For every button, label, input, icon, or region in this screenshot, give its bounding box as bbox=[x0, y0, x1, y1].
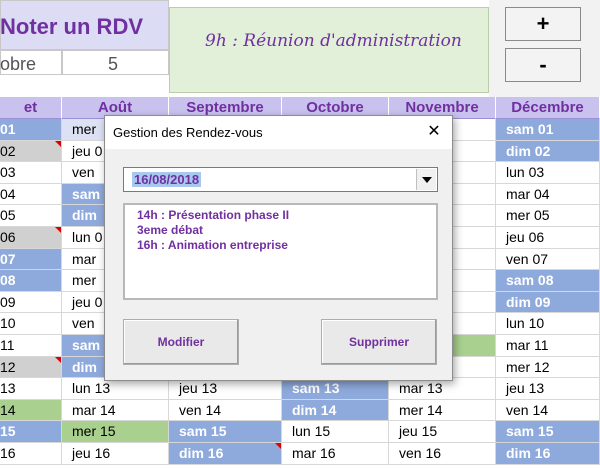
calendar-cell[interactable]: 07 bbox=[0, 248, 62, 271]
calendar-cell[interactable]: 05 bbox=[0, 205, 62, 227]
dropdown-button[interactable] bbox=[416, 169, 436, 190]
increment-button[interactable]: + bbox=[505, 7, 581, 41]
calendar-cell[interactable]: 04 bbox=[0, 183, 62, 206]
calendar-cell[interactable]: mer 14 bbox=[389, 399, 496, 422]
calendar-cell[interactable]: mer 15 bbox=[62, 421, 169, 443]
calendar-cell[interactable]: lun 15 bbox=[282, 421, 389, 443]
calendar-cell[interactable]: jeu 13 bbox=[169, 378, 282, 400]
date-combobox[interactable]: 16/08/2018 bbox=[123, 167, 438, 192]
calendar-cell[interactable]: sam 01 bbox=[496, 119, 600, 141]
selected-date: 16/08/2018 bbox=[132, 172, 202, 187]
calendar-cell[interactable]: jeu 13 bbox=[496, 378, 600, 400]
calendar-cell[interactable]: 14 bbox=[0, 399, 62, 422]
month-header: et bbox=[0, 97, 62, 119]
calendar-cell[interactable]: dim 16 bbox=[496, 443, 600, 465]
calendar-cell[interactable]: sam 15 bbox=[169, 421, 282, 443]
calendar-cell[interactable]: jeu 15 bbox=[389, 421, 496, 443]
calendar-cell[interactable]: 01 bbox=[0, 119, 62, 141]
chevron-down-icon bbox=[422, 177, 432, 183]
calendar-cell[interactable]: lun 13 bbox=[62, 378, 169, 400]
list-item[interactable]: 16h : Animation entreprise bbox=[137, 238, 288, 252]
calendar-cell[interactable]: lun 03 bbox=[496, 162, 600, 184]
calendar-cell[interactable]: 10 bbox=[0, 313, 62, 335]
delete-button[interactable]: Supprimer bbox=[321, 319, 437, 365]
calendar-cell[interactable]: sam 08 bbox=[496, 270, 600, 292]
calendar-cell[interactable]: mer 05 bbox=[496, 205, 600, 227]
calendar-cell[interactable]: ven 14 bbox=[169, 399, 282, 422]
calendar-cell[interactable]: mer 12 bbox=[496, 356, 600, 379]
calendar-cell[interactable]: mar 16 bbox=[282, 443, 389, 465]
page-title: Noter un RDV bbox=[0, 14, 143, 39]
calendar-cell[interactable]: dim 14 bbox=[282, 399, 389, 422]
calendar-cell[interactable]: 02 bbox=[0, 140, 62, 163]
meeting-note: 9h : Réunion d'administration bbox=[205, 31, 462, 51]
calendar-cell[interactable]: 16 bbox=[0, 443, 62, 465]
dialog-titlebar: Gestion des Rendez-vous ✕ bbox=[105, 116, 452, 149]
calendar-cell[interactable]: dim 09 bbox=[496, 291, 600, 314]
modify-button[interactable]: Modifier bbox=[123, 319, 239, 365]
calendar-cell[interactable]: sam 13 bbox=[282, 378, 389, 400]
calendar-cell[interactable]: 06 bbox=[0, 227, 62, 249]
calendar-cell[interactable]: ven 16 bbox=[389, 443, 496, 465]
calendar-cell[interactable]: mar 14 bbox=[62, 399, 169, 422]
calendar-cell[interactable]: sam 15 bbox=[496, 421, 600, 443]
calendar-cell[interactable]: 08 bbox=[0, 270, 62, 292]
calendar-cell[interactable]: ven 07 bbox=[496, 248, 600, 271]
calendar-cell[interactable]: mar 13 bbox=[389, 378, 496, 400]
list-item[interactable]: 14h : Présentation phase II bbox=[137, 208, 289, 222]
calendar-cell[interactable]: 11 bbox=[0, 335, 62, 357]
day-value: 5 bbox=[108, 54, 119, 74]
calendar-cell[interactable]: dim 02 bbox=[496, 140, 600, 163]
calendar-cell[interactable]: 09 bbox=[0, 291, 62, 314]
month-header: Décembre bbox=[496, 97, 600, 119]
calendar-cell[interactable]: lun 10 bbox=[496, 313, 600, 335]
calendar-cell[interactable]: 03 bbox=[0, 162, 62, 184]
calendar-cell[interactable]: ven 14 bbox=[496, 399, 600, 422]
month-label: obre bbox=[0, 54, 37, 74]
list-item[interactable]: 3eme débat bbox=[137, 223, 203, 237]
decrement-button[interactable]: - bbox=[505, 48, 581, 82]
calendar-cell[interactable]: jeu 16 bbox=[62, 443, 169, 465]
close-icon[interactable]: ✕ bbox=[423, 121, 445, 143]
appointments-dialog: Gestion des Rendez-vous ✕ 16/08/2018 14h… bbox=[104, 115, 453, 381]
calendar-cell[interactable]: mar 04 bbox=[496, 183, 600, 206]
appointments-list[interactable]: 14h : Présentation phase II 3eme débat 1… bbox=[123, 203, 438, 300]
calendar-cell[interactable]: 13 bbox=[0, 378, 62, 400]
calendar-cell[interactable]: jeu 06 bbox=[496, 227, 600, 249]
calendar-cell[interactable]: 15 bbox=[0, 421, 62, 443]
dialog-title: Gestion des Rendez-vous bbox=[113, 125, 263, 140]
calendar-cell[interactable]: dim 16 bbox=[169, 443, 282, 465]
calendar-cell[interactable]: 12 bbox=[0, 356, 62, 379]
calendar-cell[interactable]: mar 11 bbox=[496, 335, 600, 357]
